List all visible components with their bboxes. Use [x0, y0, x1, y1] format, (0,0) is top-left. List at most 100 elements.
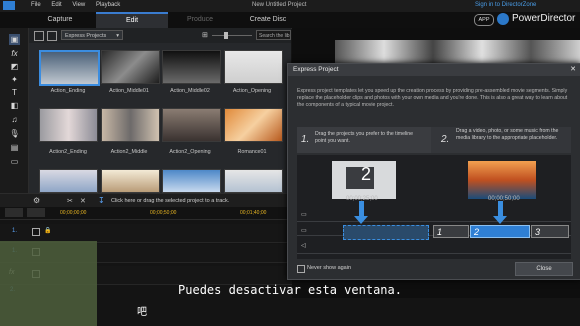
- drag-arrow-head: [354, 216, 368, 224]
- library-search-input[interactable]: Search the lib: [256, 30, 291, 40]
- library-thumb-action-ending[interactable]: [39, 50, 100, 86]
- media-room-icon[interactable]: ▣: [9, 34, 20, 45]
- express-project-dialog: Express Project ✕ Express project templa…: [287, 63, 580, 280]
- step2-text: Drag a video, photo, or some music from …: [456, 128, 559, 141]
- title-bar: File Edit View Playback New Untitled Pro…: [0, 0, 580, 12]
- never-show-checkbox[interactable]: [297, 265, 305, 273]
- tab-create-disc[interactable]: Create Disc: [238, 13, 298, 26]
- chevron-down-icon: ▾: [116, 33, 119, 39]
- dialog-track: [297, 207, 571, 222]
- menu-view[interactable]: View: [72, 2, 85, 8]
- track-icon: ▭: [301, 212, 307, 218]
- audio-mixer-icon[interactable]: ♫: [9, 114, 20, 125]
- chapter-icon[interactable]: ▤: [9, 142, 20, 153]
- import-icon[interactable]: [34, 31, 44, 41]
- transition-icon[interactable]: ◧: [9, 100, 20, 111]
- menu-bar: File Edit View Playback: [31, 2, 129, 8]
- tab-capture[interactable]: Capture: [30, 13, 90, 26]
- title-icon[interactable]: T: [9, 87, 20, 98]
- ruler-tick-label: 00;01;40;00: [240, 210, 267, 216]
- thumb-label: Romance01: [237, 149, 267, 155]
- menu-file[interactable]: File: [31, 2, 41, 8]
- thumb-label: Action_Ending: [50, 88, 86, 94]
- track-enable-checkbox[interactable]: [32, 228, 40, 236]
- library-thumb-action-middle02[interactable]: [162, 50, 221, 84]
- library-hint: Click here or drag the selected project …: [111, 198, 230, 204]
- library-thumb[interactable]: [39, 169, 98, 193]
- preview-video-frame: [335, 40, 580, 64]
- menu-playback[interactable]: Playback: [96, 2, 120, 8]
- library-thumb-action2-opening[interactable]: [162, 108, 221, 142]
- explore-icon[interactable]: [47, 31, 57, 41]
- lock-icon[interactable]: 🔒: [44, 227, 51, 234]
- library-thumb-action2-middle[interactable]: [101, 108, 160, 142]
- fx-icon[interactable]: fx: [9, 48, 20, 59]
- close-icon[interactable]: ✕: [570, 64, 576, 76]
- tools-icon[interactable]: ⚙: [33, 196, 40, 205]
- menu-edit[interactable]: Edit: [51, 2, 61, 8]
- placeholder-clip: 2: [470, 225, 530, 238]
- timeline-ruler: 00;00;00;00 00;00;50;00 00;01;40;00: [0, 207, 292, 220]
- window-title: New Untitled Project: [252, 2, 307, 8]
- brand-icon: [497, 13, 509, 25]
- timeline-toolbar: ⚙ ✂ ✕ ↧ Click here or drag the selected …: [0, 193, 292, 208]
- thumbnail-size-slider[interactable]: [212, 35, 252, 36]
- ruler-tick-label: 00;00;00;00: [60, 210, 87, 216]
- grid-view-icon[interactable]: ⊞: [202, 31, 208, 39]
- placeholder-clip: 3: [531, 225, 569, 238]
- step1-number: 1.: [301, 134, 310, 145]
- close-button[interactable]: Close: [515, 262, 573, 276]
- dialog-title: Express Project: [293, 66, 339, 73]
- dialog-description: Express project templates let you speed …: [297, 88, 568, 108]
- thumb-label: Action2_Ending: [49, 149, 87, 155]
- mode-tabs: Capture Edit Produce Create Disc APP Pow…: [0, 12, 580, 29]
- thumb-label: Action_Middle01: [109, 88, 149, 94]
- tool-rail: ▣ fx ◩ ✦ T ◧ ♫ 🎙 ▤ ▭: [0, 28, 29, 208]
- library-thumb[interactable]: [224, 169, 283, 193]
- slider-handle[interactable]: [224, 32, 228, 39]
- template-number: 2: [361, 164, 372, 184]
- track-manager-icon[interactable]: [5, 208, 23, 217]
- delete-icon[interactable]: ✕: [80, 197, 86, 205]
- media-thumbnail: [468, 161, 536, 199]
- split-icon[interactable]: ✂: [67, 197, 73, 205]
- dialog-title-bar: Express Project ✕: [288, 64, 580, 76]
- library-panel: Express Projects ▾ ⊞ Search the lib Acti…: [29, 28, 291, 193]
- ruler-tick-label: 00;00;50;00: [150, 210, 177, 216]
- subtitle-fragment: 吧: [137, 307, 147, 318]
- insert-arrow-icon[interactable]: ↧: [98, 196, 105, 205]
- tab-edit[interactable]: Edit: [96, 12, 168, 28]
- dialog-track: [297, 239, 571, 254]
- library-thumb[interactable]: [101, 169, 160, 193]
- pip-icon[interactable]: ◩: [9, 61, 20, 72]
- drag-arrow-head: [493, 216, 507, 224]
- library-toolbar: Express Projects ▾ ⊞ Search the lib: [29, 28, 291, 43]
- particle-icon[interactable]: ✦: [9, 74, 20, 85]
- never-show-label: Never show again: [307, 265, 352, 271]
- subtitle-icon[interactable]: ▭: [9, 156, 20, 167]
- app-logo-icon: [3, 1, 15, 10]
- dialog-ruler-label: 00;00;50;00: [488, 196, 520, 202]
- track-number: 1.: [12, 228, 18, 234]
- library-filter-value: Express Projects: [65, 33, 107, 39]
- library-thumb-romance01[interactable]: [224, 108, 283, 142]
- library-thumb-action-opening[interactable]: [224, 50, 283, 84]
- track-icon: ▭: [301, 228, 307, 234]
- step2-number: 2.: [441, 134, 450, 145]
- tab-produce[interactable]: Produce: [170, 13, 230, 26]
- brand-name: PowerDirector: [512, 13, 576, 24]
- thumb-label: Action_Middle02: [170, 88, 210, 94]
- thumb-label: Action2_Middle: [110, 149, 148, 155]
- library-thumb-action-middle01[interactable]: [101, 50, 160, 84]
- drop-target: [343, 225, 429, 240]
- placeholder-clip: 1: [433, 225, 469, 238]
- audio-track-icon: ◁: [301, 243, 306, 249]
- library-thumb-action2-ending[interactable]: [39, 108, 98, 142]
- step1-text: Drag the projects you prefer to the time…: [315, 131, 414, 144]
- library-thumb[interactable]: [162, 169, 221, 193]
- signin-link[interactable]: Sign in to DirectorZone: [475, 2, 536, 8]
- voice-over-icon[interactable]: 🎙: [9, 128, 20, 139]
- app-badge[interactable]: APP: [474, 14, 494, 26]
- library-filter-dropdown[interactable]: Express Projects ▾: [61, 30, 123, 40]
- timeline-zoom-icon[interactable]: [27, 208, 45, 217]
